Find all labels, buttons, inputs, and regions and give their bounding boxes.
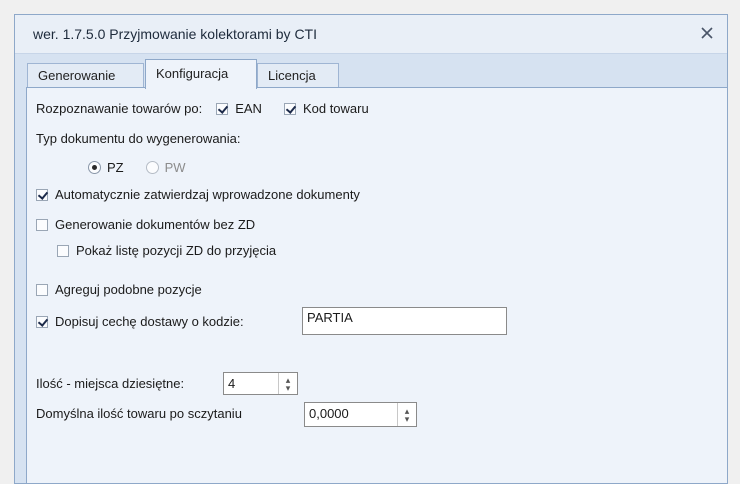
auto-approve-label: Automatycznie zatwierdzaj wprowadzone do… [55,187,360,202]
append-feature-label: Dopisuj cechę dostawy o kodzie: [55,314,244,329]
append-feature-checkbox[interactable] [36,315,48,328]
doc-type-label: Typ dokumentu do wygenerowania: [36,131,241,146]
decimals-label: Ilość - miejsca dziesiętne: [36,376,185,391]
tab-licencja[interactable]: Licencja [257,63,339,87]
dialog-window: wer. 1.7.5.0 Przyjmowanie kolektorami by… [14,14,728,484]
kod-towaru-label: Kod towaru [302,101,369,116]
pz-radio[interactable] [88,161,101,174]
gen-without-zd-checkbox[interactable] [36,218,48,231]
spin-down-icon[interactable]: ▾ [405,414,410,423]
show-zd-list-checkbox[interactable] [57,244,69,257]
auto-approve-checkbox[interactable] [36,188,48,201]
aggregate-label: Agreguj podobne pozycje [55,282,202,297]
decimals-spin-buttons[interactable]: ▴ ▾ [278,373,297,394]
decimals-stepper[interactable]: 4 ▴ ▾ [223,372,298,395]
configuration-panel: Rozpoznawanie towarów po: EAN Kod towaru… [26,87,727,483]
recognize-row: Rozpoznawanie towarów po: EAN Kod towaru [36,101,369,116]
spin-down-icon[interactable]: ▾ [286,383,291,392]
tab-konfiguracja[interactable]: Konfiguracja [145,59,257,89]
gen-without-zd-row: Generowanie dokumentów bez ZD [36,217,255,232]
decimals-value[interactable]: 4 [224,373,278,394]
default-qty-label: Domyślna ilość towaru po sczytaniu [36,406,242,421]
ean-label: EAN [235,101,262,116]
ean-checkbox[interactable] [216,102,229,115]
tab-generowanie[interactable]: Generowanie [27,63,144,87]
default-qty-stepper[interactable]: 0,0000 ▴ ▾ [304,402,417,427]
auto-approve-row: Automatycznie zatwierdzaj wprowadzone do… [36,187,360,202]
show-zd-list-label: Pokaż listę pozycji ZD do przyjęcia [76,243,277,258]
recognize-label: Rozpoznawanie towarów po: [36,101,203,116]
default-qty-spin-buttons[interactable]: ▴ ▾ [397,403,416,426]
pw-label: PW [164,160,186,175]
close-icon[interactable] [699,25,715,41]
decimals-row: Ilość - miejsca dziesiętne: [36,376,184,391]
aggregate-row: Agreguj podobne pozycje [36,282,202,297]
title-bar: wer. 1.7.5.0 Przyjmowanie kolektorami by… [15,15,727,54]
default-qty-value[interactable]: 0,0000 [305,403,397,426]
window-title: wer. 1.7.5.0 Przyjmowanie kolektorami by… [33,26,317,42]
gen-without-zd-label: Generowanie dokumentów bez ZD [55,217,256,232]
kod-towaru-checkbox[interactable] [283,102,296,115]
pz-label: PZ [107,160,124,175]
pw-radio[interactable] [145,161,159,174]
default-qty-row: Domyślna ilość towaru po sczytaniu [36,406,242,421]
aggregate-checkbox[interactable] [36,283,48,296]
show-zd-list-row: Pokaż listę pozycji ZD do przyjęcia [57,243,276,258]
doc-type-radios: PZ PW [88,160,186,175]
append-feature-row: Dopisuj cechę dostawy o kodzie: [36,314,244,329]
feature-code-input[interactable]: PARTIA [302,307,507,335]
doc-type-row: Typ dokumentu do wygenerowania: [36,131,241,146]
